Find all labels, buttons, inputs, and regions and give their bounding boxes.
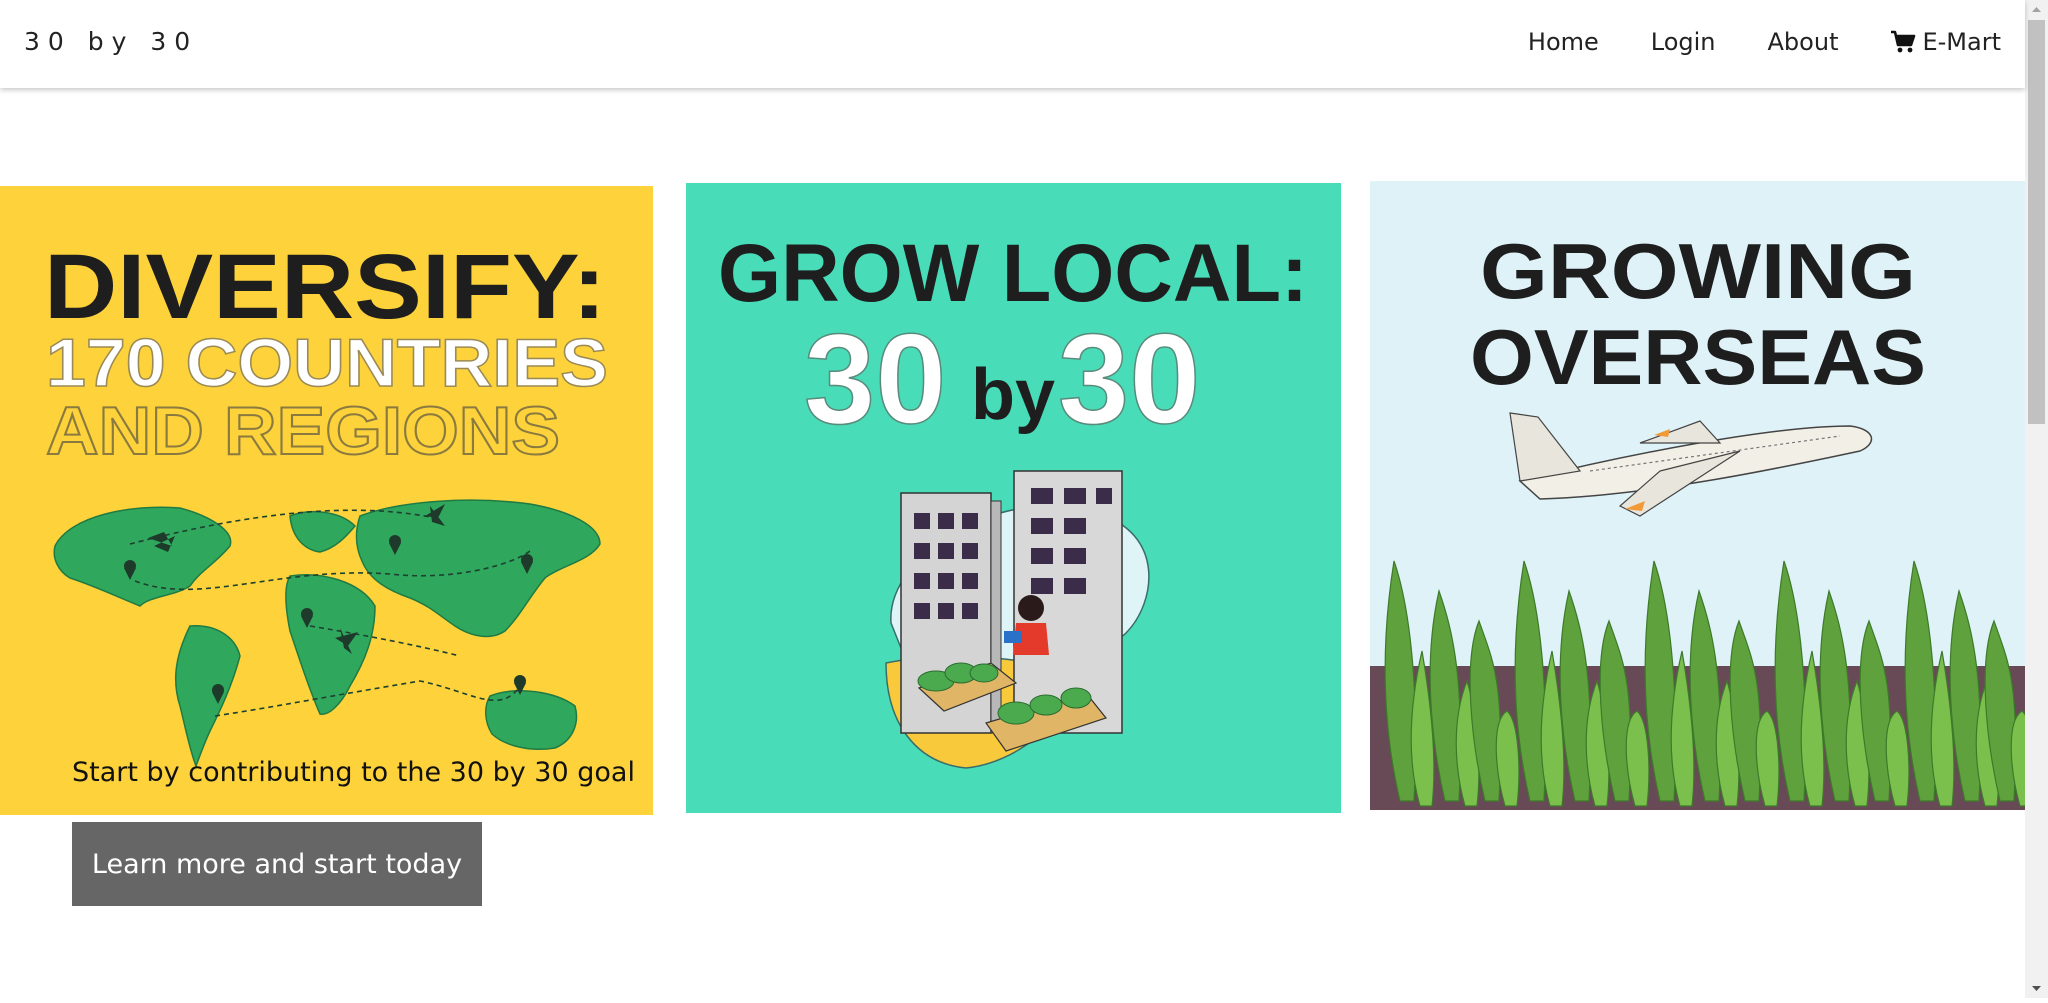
slide2-num-right: 30 (1058, 308, 1200, 451)
page-scrollbar[interactable] (2025, 0, 2048, 998)
scrollbar-thumb[interactable] (2028, 20, 2045, 424)
grow-local-illustration: GROW LOCAL: 30 by 30 (718, 228, 1308, 769)
slide-growing-overseas: GROWING OVERSEAS (1370, 181, 2025, 810)
slide-diversify: DIVERSIFY: 170 COUNTRIES AND REGIONS (0, 186, 653, 815)
airplane-icon (1509, 412, 1873, 517)
nav-home-link[interactable]: Home (1528, 28, 1599, 56)
slide-grow-local: GROW LOCAL: 30 by 30 (686, 183, 1341, 813)
slide2-by: by (971, 355, 1055, 435)
nav-emart-link[interactable]: E-Mart (1890, 28, 2001, 56)
learn-more-button[interactable]: Learn more and start today (72, 822, 482, 906)
cart-icon (1891, 30, 1916, 53)
slide3-heading-line2: OVERSEAS (1470, 313, 1926, 401)
nav-links: Home Login About E-Mart (1528, 28, 2001, 56)
slide1-heading: DIVERSIFY: (44, 236, 606, 338)
hero-tagline: Start by contributing to the 30 by 30 go… (72, 757, 635, 788)
slide1-line3: AND REGIONS (46, 393, 560, 469)
scroll-up-arrow-icon[interactable] (2025, 0, 2048, 20)
slide1-line2: 170 COUNTRIES (46, 325, 608, 401)
seedlings-icon (1384, 560, 2025, 807)
world-map-icon (53, 499, 601, 769)
nav-about-link[interactable]: About (1768, 28, 1839, 56)
slide2-num-left: 30 (804, 308, 946, 451)
nav-emart-label: E-Mart (1922, 28, 2001, 56)
growing-overseas-illustration: GROWING OVERSEAS (1370, 227, 2025, 810)
top-navbar: 30 by 30 Home Login About E-Mart (0, 0, 2025, 88)
brand-logo-text[interactable]: 30 by 30 (24, 27, 198, 56)
diversify-illustration: DIVERSIFY: 170 COUNTRIES AND REGIONS (44, 236, 609, 769)
scroll-down-arrow-icon[interactable] (2025, 978, 2048, 998)
city-garden-icon (885, 470, 1150, 769)
slide2-heading: GROW LOCAL: (718, 228, 1308, 319)
nav-login-link[interactable]: Login (1651, 28, 1716, 56)
slide3-heading-line1: GROWING (1480, 227, 1916, 315)
